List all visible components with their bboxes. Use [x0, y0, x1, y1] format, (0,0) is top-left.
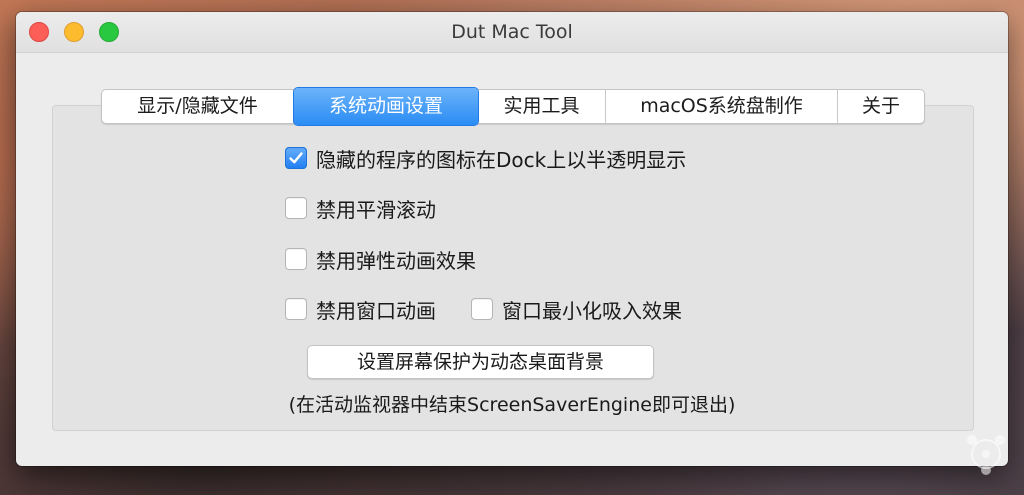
- tab-about[interactable]: 关于: [838, 90, 924, 123]
- option-dock-translucent[interactable]: 隐藏的程序的图标在Dock上以半透明显示: [285, 144, 686, 172]
- screensaver-exit-hint: (在活动监视器中结束ScreenSaverEngine即可退出): [288, 394, 736, 416]
- disable-elastic-checkbox[interactable]: [285, 248, 307, 270]
- disable-elastic-label: 禁用弹性动画效果: [316, 248, 476, 273]
- tab-show-hide-files[interactable]: 显示/隐藏文件: [102, 90, 294, 123]
- dock-translucent-checkbox[interactable]: [285, 147, 307, 169]
- title-bar[interactable]: Dut Mac Tool: [16, 12, 1008, 53]
- option-disable-window-anim[interactable]: 禁用窗口动画: [285, 295, 436, 323]
- option-minimize-suck[interactable]: 窗口最小化吸入效果: [471, 295, 682, 323]
- checkmark-icon: [289, 152, 303, 164]
- tab-system-animation[interactable]: 系统动画设置: [294, 88, 478, 125]
- tab-macos-installer[interactable]: macOS系统盘制作: [606, 90, 838, 123]
- disable-smooth-scroll-label: 禁用平滑滚动: [316, 197, 436, 222]
- tab-bar: 显示/隐藏文件 系统动画设置 实用工具 macOS系统盘制作 关于: [101, 88, 925, 125]
- minimize-suck-label: 窗口最小化吸入效果: [502, 298, 682, 323]
- disable-smooth-scroll-checkbox[interactable]: [285, 197, 307, 219]
- option-disable-smooth-scroll[interactable]: 禁用平滑滚动: [285, 194, 436, 222]
- set-screensaver-button[interactable]: 设置屏幕保护为动态桌面背景: [307, 345, 654, 379]
- disable-window-anim-label: 禁用窗口动画: [316, 298, 436, 323]
- app-window: Dut Mac Tool 显示/隐藏文件 系统动画设置 实用工具 macOS系统…: [16, 12, 1008, 466]
- option-disable-elastic[interactable]: 禁用弹性动画效果: [285, 245, 476, 273]
- dock-translucent-label: 隐藏的程序的图标在Dock上以半透明显示: [316, 147, 687, 172]
- tab-utilities[interactable]: 实用工具: [478, 90, 606, 123]
- minimize-suck-checkbox[interactable]: [471, 298, 493, 320]
- window-title: Dut Mac Tool: [451, 21, 573, 43]
- watermark-logo-icon: [967, 435, 1005, 475]
- disable-window-anim-checkbox[interactable]: [285, 298, 307, 320]
